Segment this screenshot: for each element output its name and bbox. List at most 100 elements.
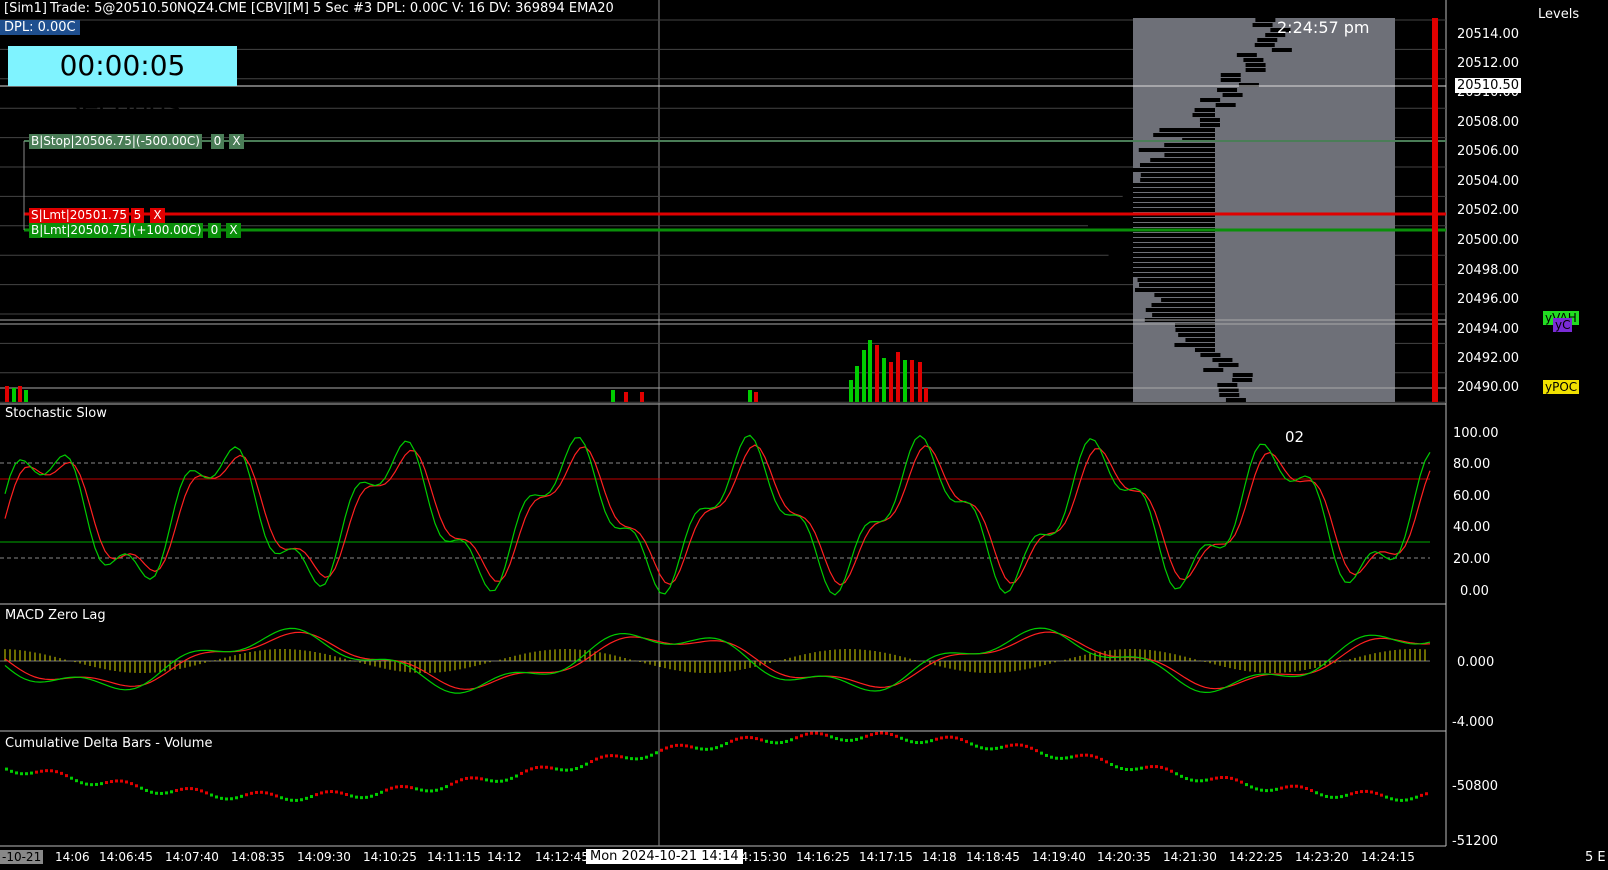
cumdelta-bar <box>1295 784 1298 788</box>
cumdelta-bar <box>305 796 308 800</box>
cumdelta-bar <box>575 767 578 771</box>
cumdelta-bar <box>695 746 698 750</box>
price-candle <box>18 386 22 402</box>
cumdelta-bar <box>890 733 893 737</box>
cumdelta-bar <box>115 779 118 783</box>
cumdelta-bar <box>475 776 478 780</box>
cumdelta-bar <box>485 778 488 782</box>
cumdelta-bar <box>395 785 398 789</box>
cumdelta-bar <box>850 738 853 742</box>
volume-profile-bar <box>1154 293 1215 297</box>
cumdelta-bar <box>930 739 933 743</box>
cumdelta-bar <box>1380 793 1383 797</box>
cumdelta-bar <box>40 769 43 773</box>
price-candle <box>624 392 628 402</box>
cumdelta-bar <box>1340 795 1343 799</box>
cumdelta-bar <box>200 789 203 793</box>
cumdelta-bar <box>1175 772 1178 776</box>
price-tick: 20496.00 <box>1457 292 1520 307</box>
cumdelta-bar <box>170 790 173 794</box>
cumdelta-bar <box>660 748 663 752</box>
cumdelta-bar <box>370 794 373 798</box>
cumdelta-bar <box>175 788 178 792</box>
cumdelta-bar <box>1025 744 1028 748</box>
cumdelta-bar <box>760 738 763 742</box>
price-candle <box>754 392 758 402</box>
cumdelta-bar <box>1115 765 1118 769</box>
cumdelta-bar <box>815 731 818 735</box>
cumdelta-bar <box>540 765 543 769</box>
cumdelta-bar <box>230 797 233 801</box>
cumdelta-bar <box>1245 783 1248 787</box>
cumdelta-bar <box>645 755 648 759</box>
buy-stop-qty[interactable]: 0 <box>211 134 224 149</box>
cumdelta-bar <box>925 740 928 744</box>
volume-profile-bar <box>1092 218 1215 222</box>
time-tick: 14:12:45 <box>535 850 589 864</box>
cumdelta-bar <box>1160 765 1163 769</box>
cumdelta-bar <box>1390 797 1393 801</box>
cumdelta-bar <box>455 780 458 784</box>
buy-limit-order-label[interactable]: B|Lmt|20500.75|(+100.00C) <box>29 223 204 238</box>
sell-limit-cancel-button[interactable]: X <box>150 208 165 223</box>
buy-stop-cancel-button[interactable]: X <box>229 134 244 149</box>
volume-profile-bar <box>1255 18 1276 22</box>
stoch-tick: 80.00 <box>1453 457 1491 472</box>
cumdelta-bar <box>310 795 313 799</box>
cumdelta-bar <box>1325 794 1328 798</box>
cumdelta-bar <box>80 781 83 785</box>
time-tick: 14:16:25 <box>796 850 850 864</box>
cumdelta-bar <box>1370 790 1373 794</box>
cumdelta-bar <box>1055 756 1058 760</box>
cumdelta-bar <box>500 779 503 783</box>
cumdelta-bar <box>30 771 33 775</box>
cumdelta-bar <box>950 735 953 739</box>
cumdelta-bar <box>195 787 198 791</box>
price-tick: 20498.00 <box>1457 263 1520 278</box>
cumdelta-bar <box>1065 756 1068 760</box>
volume-profile-bar <box>1145 308 1215 312</box>
sell-limit-qty[interactable]: 5 <box>131 208 144 223</box>
chart-canvas[interactable] <box>0 0 1608 870</box>
price-candle <box>910 360 914 402</box>
volume-profile-bar <box>1220 73 1241 77</box>
cumdelta-bar <box>1215 776 1218 780</box>
cumdelta-bar <box>60 771 63 775</box>
volume-profile-bar <box>1232 373 1253 377</box>
cumdelta-bar <box>1020 743 1023 747</box>
cumdelta-bar <box>270 792 273 796</box>
cumdelta-bar <box>1190 778 1193 782</box>
cumdelta-bar <box>120 779 123 783</box>
cumdelta-bar <box>1330 795 1333 799</box>
cumdelta-bar <box>740 736 743 740</box>
cumdelta-bar <box>405 785 408 789</box>
macd-title: MACD Zero Lag <box>5 608 106 623</box>
cumdelta-bar <box>685 744 688 748</box>
buy-limit-cancel-button[interactable]: X <box>226 223 241 238</box>
ypoc-tag: yPOC <box>1543 380 1580 394</box>
buy-limit-qty[interactable]: 0 <box>208 223 221 238</box>
cumdelta-bar <box>560 768 563 772</box>
buy-stop-order-label[interactable]: B|Stop|20506.75|(-500.00C) <box>29 134 202 149</box>
cumdelta-bar <box>440 787 443 791</box>
volume-profile-bar <box>1108 203 1215 207</box>
volume-profile-bar <box>1203 368 1224 372</box>
cumdelta-bar <box>10 769 13 773</box>
volume-profile-bar <box>1245 63 1266 67</box>
cumdelta-bar <box>390 786 393 790</box>
time-axis[interactable]: -10-21 14:06 14:06:45 14:07:40 14:08:35 … <box>0 848 1446 870</box>
cumdelta-bar <box>535 766 538 770</box>
cumdelta-bar <box>1050 755 1053 759</box>
cumdelta-bar <box>490 779 493 783</box>
time-tick: 14:11:15 <box>427 850 481 864</box>
price-candle <box>862 350 866 402</box>
price-tick: 20502.00 <box>1457 203 1520 218</box>
cumdelta-bar <box>895 734 898 738</box>
sell-limit-order-label[interactable]: S|Lmt|20501.75 <box>29 208 130 223</box>
cumdelta-bar <box>1290 784 1293 788</box>
price-candle <box>12 388 16 402</box>
cumdelta-bar <box>665 746 668 750</box>
cumdelta-bar <box>1180 774 1183 778</box>
stochastic-title: Stochastic Slow <box>5 406 107 421</box>
cumdelta-bar <box>1015 743 1018 747</box>
